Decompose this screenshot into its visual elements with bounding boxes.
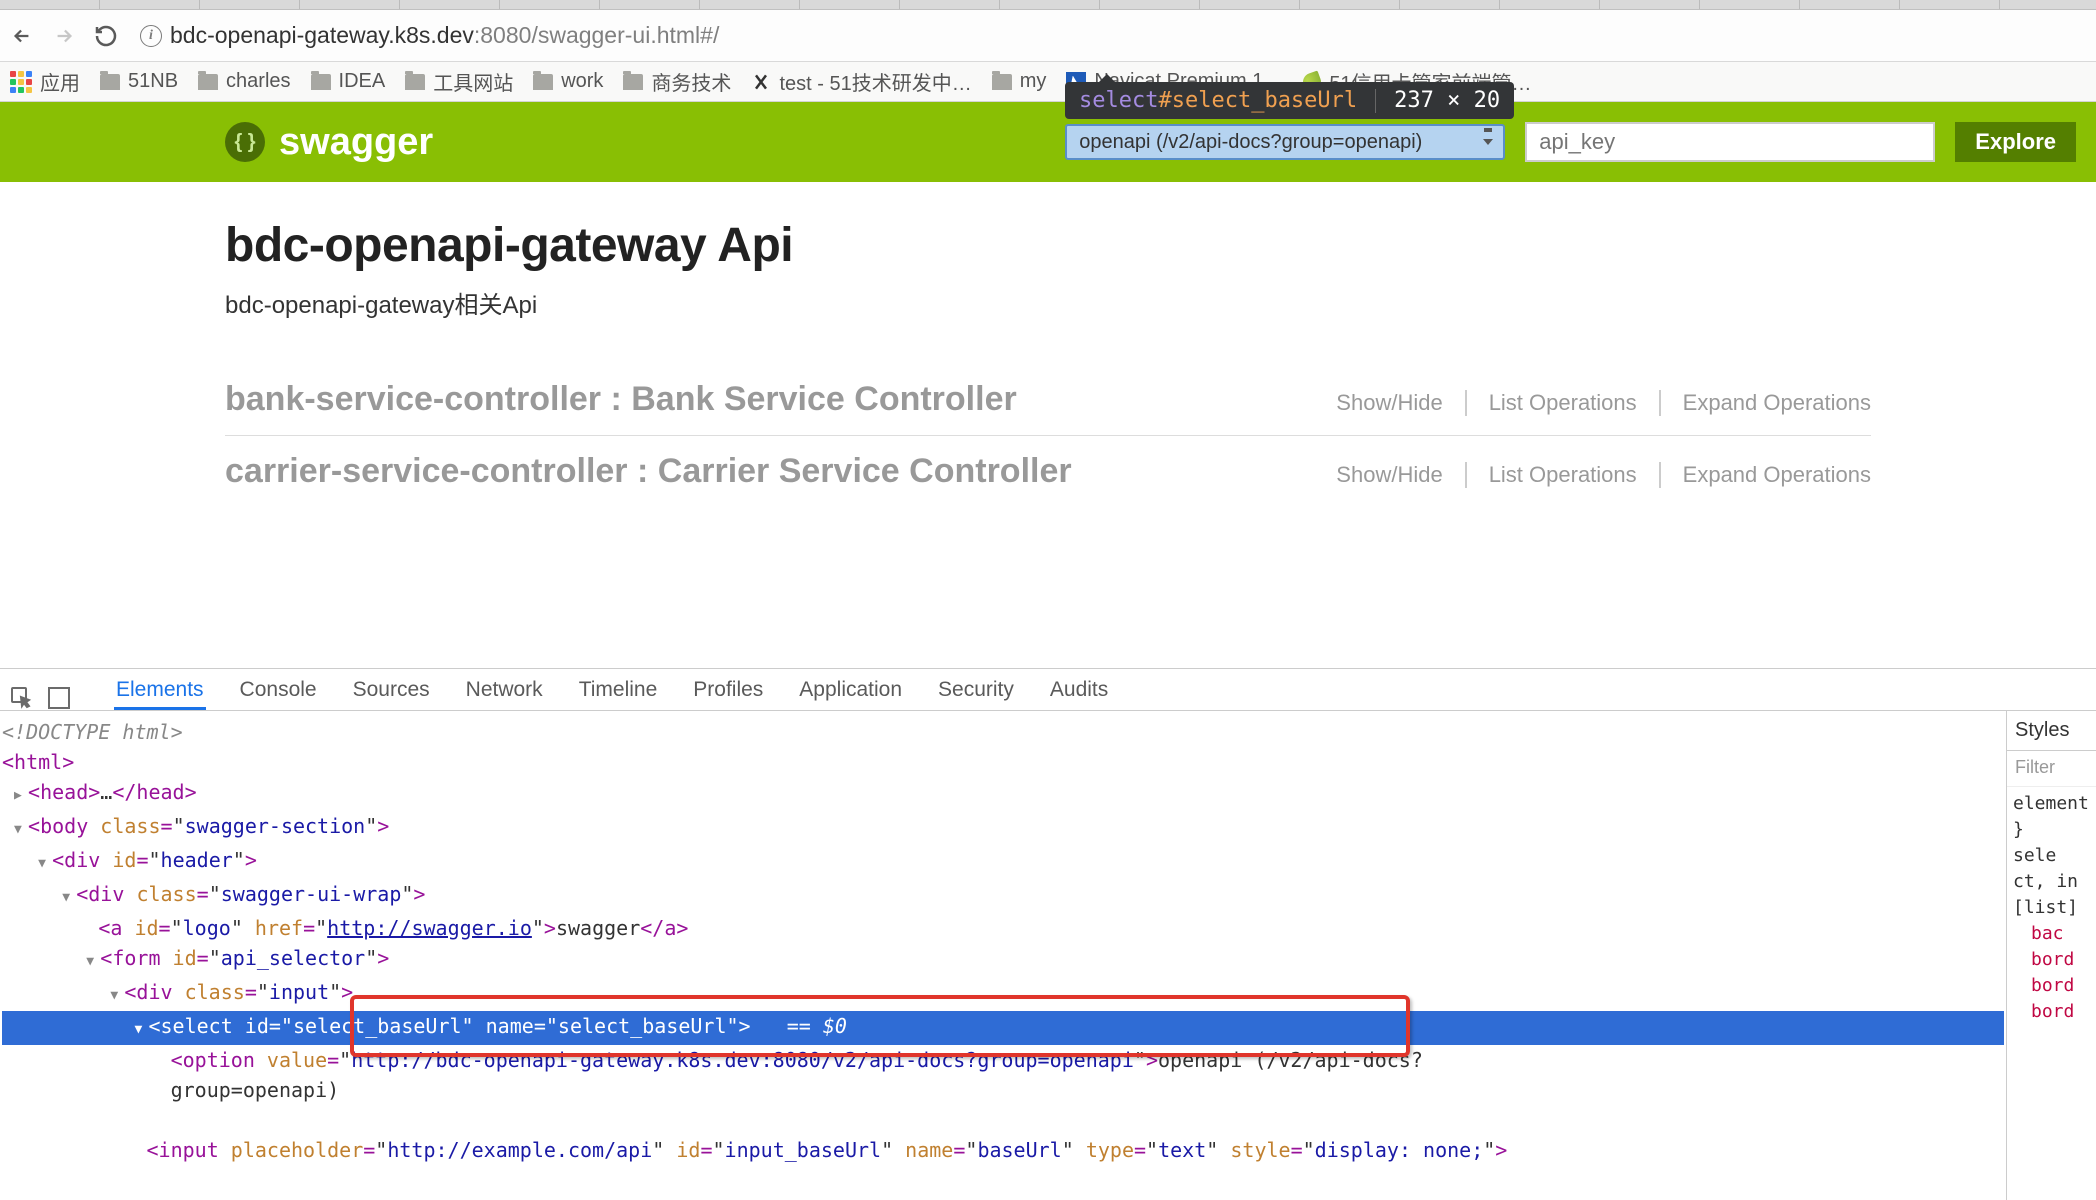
bookmark-label: IDEA <box>339 70 386 93</box>
forward-button[interactable] <box>50 22 78 50</box>
base-url-select[interactable]: openapi (/v2/api-docs?group=openapi) <box>1065 124 1505 160</box>
folder-icon <box>100 74 120 90</box>
styles-rules: element}select, in[list] bac bord bord b… <box>2007 787 2096 1029</box>
bookmark-item[interactable]: 工具网站 <box>405 67 513 96</box>
styles-tab[interactable]: Styles <box>2007 711 2096 751</box>
bookmark-item[interactable]: test - 51技术研发中… <box>751 67 971 96</box>
controller-name[interactable]: carrier-service-controller : Carrier Ser… <box>225 452 1072 491</box>
bookmark-item[interactable]: 商务技术 <box>623 67 731 96</box>
devtools-inspect-tooltip: select#select_baseUrl 237 × 20 <box>1065 82 1514 119</box>
controller-row: bank-service-controller : Bank Service C… <box>225 370 1871 433</box>
swagger-logo[interactable]: { } swagger <box>225 121 433 164</box>
controller-action-link[interactable]: Show/Hide <box>1314 390 1466 416</box>
bookmark-label: my <box>1020 70 1047 93</box>
swagger-header: { } swagger openapi (/v2/api-docs?group=… <box>0 102 2096 182</box>
controller-action-link[interactable]: Expand Operations <box>1661 390 1871 416</box>
folder-icon <box>533 74 553 90</box>
devtools-tab[interactable]: Elements <box>114 670 206 710</box>
explore-button[interactable]: Explore <box>1955 122 2076 162</box>
bookmark-item[interactable]: IDEA <box>311 70 386 93</box>
devtools-tab[interactable]: Sources <box>351 670 432 710</box>
controller-actions: Show/HideList OperationsExpand Operation… <box>1314 390 1871 416</box>
bookmark-label: 51NB <box>128 70 178 93</box>
controller-action-link[interactable]: Show/Hide <box>1314 462 1466 488</box>
bookmark-label: test - 51技术研发中… <box>779 67 971 96</box>
folder-icon <box>623 74 643 90</box>
bookmark-item[interactable]: 应用 <box>10 67 80 96</box>
controller-name[interactable]: bank-service-controller : Bank Service C… <box>225 380 1017 419</box>
bookmark-item[interactable]: 51NB <box>100 70 178 93</box>
api-subtitle: bdc-openapi-gateway相关Api <box>225 285 1871 320</box>
folder-icon <box>992 74 1012 90</box>
devtools-panel: Elements Console Sources Network Timeline Pro… <box>0 668 2096 1200</box>
bookmark-label: 商务技术 <box>651 67 731 96</box>
reload-button[interactable] <box>92 22 120 50</box>
swagger-body: bdc-openapi-gateway Api bdc-openapi-gate… <box>0 182 2096 525</box>
folder-icon <box>311 74 331 90</box>
bookmark-label: 应用 <box>40 67 80 96</box>
devtools-tab[interactable]: Console <box>238 670 319 710</box>
site-info-icon[interactable]: i <box>140 25 162 47</box>
swagger-logo-icon: { } <box>225 122 265 162</box>
bookmark-item[interactable]: my <box>992 70 1047 93</box>
devtools-tab[interactable]: Security <box>936 670 1016 710</box>
controller-action-link[interactable]: List Operations <box>1467 462 1661 488</box>
bookmark-item[interactable]: work <box>533 70 603 93</box>
styles-panel: Styles Filter element}select, in[list] b… <box>2006 711 2096 1200</box>
devtools-tab[interactable]: Network <box>464 670 545 710</box>
devtools-tab[interactable]: Timeline <box>577 670 660 710</box>
api-title: bdc-openapi-gateway Api <box>225 218 1871 273</box>
devtools-tabs: Elements Console Sources Network Timeline Pro… <box>0 669 2096 711</box>
bookmark-label: charles <box>226 70 290 93</box>
devtools-tab[interactable]: Application <box>797 670 904 710</box>
bookmark-label: work <box>561 70 603 93</box>
api-key-input[interactable] <box>1525 122 1935 162</box>
test-icon <box>751 72 771 92</box>
back-button[interactable] <box>8 22 36 50</box>
bookmark-item[interactable]: charles <box>198 70 290 93</box>
devtools-tab[interactable]: Audits <box>1048 670 1110 710</box>
browser-tab-strip <box>0 0 2096 10</box>
controller-action-link[interactable]: Expand Operations <box>1661 462 1871 488</box>
device-toolbar-icon[interactable] <box>48 687 70 709</box>
elements-tree[interactable]: <!DOCTYPE html><html> <head>…</head> <bo… <box>0 711 2006 1200</box>
folder-icon <box>198 74 218 90</box>
folder-icon <box>405 74 425 90</box>
styles-filter[interactable]: Filter <box>2007 751 2096 787</box>
browser-nav-bar: i bdc-openapi-gateway.k8s.dev:8080/swagg… <box>0 10 2096 62</box>
bookmark-bar: 应用 51NB charles IDEA 工具网站 work 商务技术 test - 51技术… <box>0 62 2096 102</box>
url-text: bdc-openapi-gateway.k8s.dev:8080/swagger… <box>170 22 719 49</box>
swagger-brand-text: swagger <box>279 121 433 164</box>
controller-row: carrier-service-controller : Carrier Ser… <box>225 442 1871 505</box>
devtools-tab[interactable]: Profiles <box>691 670 765 710</box>
controller-action-link[interactable]: List Operations <box>1467 390 1661 416</box>
controller-actions: Show/HideList OperationsExpand Operation… <box>1314 462 1871 488</box>
address-bar[interactable]: i bdc-openapi-gateway.k8s.dev:8080/swagg… <box>134 22 2088 49</box>
apps-icon <box>10 71 32 93</box>
bookmark-label: 工具网站 <box>433 67 513 96</box>
inspect-element-icon[interactable] <box>10 686 34 710</box>
